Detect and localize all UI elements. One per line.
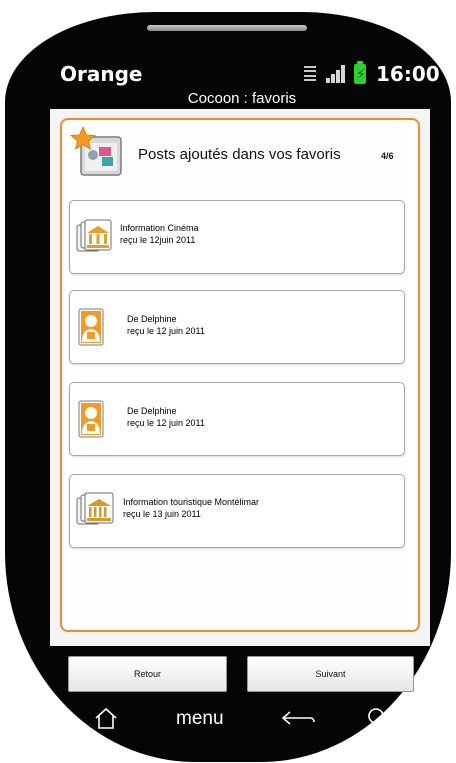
status-bar: Orange ⚡ 16:00 Cocoon : favoris [0, 0, 456, 107]
person-contact-icon [78, 400, 104, 438]
post-date: reçu le 13 juin 2011 [123, 509, 201, 519]
signal-icon [326, 65, 346, 83]
menu-key[interactable]: menu [176, 708, 224, 730]
post-title: Information touristique Montélimar [123, 497, 260, 507]
next-button[interactable]: Suivant [247, 656, 414, 692]
post-card-cinema[interactable]: Information Cinéma reçu le 12juin 2011 [69, 200, 405, 274]
clock: 16:00 [376, 62, 440, 86]
post-card-tourism[interactable]: Information touristique Montélimar reçu … [69, 474, 405, 548]
search-icon[interactable] [366, 706, 390, 732]
post-card-delphine[interactable]: De Delphine reçu le 12 juin 2011 [69, 382, 405, 456]
post-text: De Delphine reçu le 12 juin 2011 [127, 313, 205, 337]
screen-title: Cocoon : favoris [187, 90, 297, 107]
carrier-name: Orange [60, 62, 143, 86]
post-date: reçu le 12 juin 2011 [127, 326, 205, 336]
back-arrow-icon[interactable] [280, 706, 316, 730]
person-contact-icon [78, 308, 104, 346]
post-date: reçu le 12juin 2011 [120, 235, 196, 245]
data-transfer-icon [304, 65, 318, 83]
post-title: De Delphine [127, 314, 177, 324]
back-button[interactable]: Retour [68, 656, 227, 692]
post-date: reçu le 12 juin 2011 [127, 418, 205, 428]
header-title: Posts ajoutés dans vos favoris [138, 146, 341, 163]
post-title: De Delphine [127, 406, 177, 416]
post-text: Information Cinéma reçu le 12juin 2011 [120, 222, 199, 246]
cinema-building-icon [76, 219, 112, 252]
favorites-star-icon [69, 126, 122, 176]
battery-charging-icon: ⚡ [354, 61, 366, 84]
post-text: De Delphine reçu le 12 juin 2011 [127, 405, 205, 429]
favorites-panel [60, 118, 420, 632]
status-icons: ⚡ 16:00 [304, 61, 440, 86]
page-indicator: 4/6 [381, 151, 394, 161]
post-title: Information Cinéma [120, 223, 199, 233]
museum-building-icon [76, 492, 114, 525]
post-card-delphine[interactable]: De Delphine reçu le 12 juin 2011 [69, 290, 405, 364]
home-icon[interactable] [94, 706, 118, 730]
post-text: Information touristique Montélimar reçu … [123, 496, 259, 520]
